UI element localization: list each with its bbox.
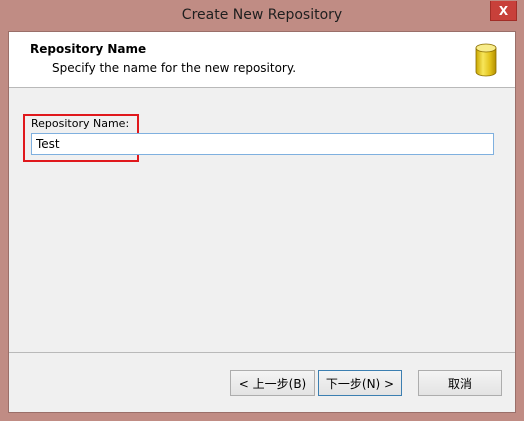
wizard-header: Repository Name Specify the name for the… — [9, 32, 515, 88]
next-button[interactable]: 下一步(N) > — [318, 370, 402, 396]
footer-divider — [9, 352, 515, 353]
page-title: Repository Name — [30, 42, 147, 56]
cancel-button[interactable]: 取消 — [418, 370, 502, 396]
wizard-body: Repository Name: — [9, 88, 515, 350]
dialog-client-area: Repository Name Specify the name for the… — [8, 31, 516, 413]
dialog-window: Create New Repository X Repository Name … — [0, 0, 524, 421]
window-title: Create New Repository — [181, 7, 343, 23]
page-subtitle: Specify the name for the new repository. — [52, 61, 297, 75]
database-icon — [475, 43, 497, 77]
close-button[interactable]: X — [490, 1, 517, 21]
title-bar[interactable]: Create New Repository X — [0, 0, 524, 32]
repository-name-label: Repository Name: — [31, 117, 130, 130]
close-icon: X — [498, 3, 509, 18]
back-button[interactable]: < 上一步(B) — [230, 370, 315, 396]
repository-name-input[interactable] — [31, 133, 494, 155]
